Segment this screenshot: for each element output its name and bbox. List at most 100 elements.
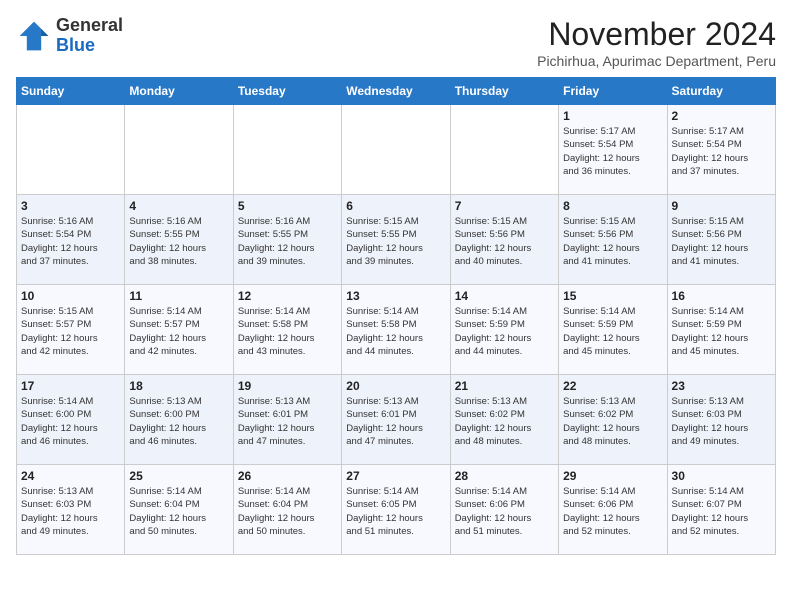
calendar-cell: 4 Sunrise: 5:16 AM Sunset: 5:55 PM Daylig… xyxy=(125,195,233,285)
calendar-cell: 5Sunrise: 5:16 AM Sunset: 5:55 PM Daylig… xyxy=(233,195,341,285)
day-number: 14 xyxy=(455,289,554,303)
day-number: 7 xyxy=(455,199,554,213)
calendar-cell: 11 Sunrise: 5:14 AM Sunset: 5:57 PM Dayli… xyxy=(125,285,233,375)
calendar-cell: 13Sunrise: 5:14 AM Sunset: 5:58 PM Dayli… xyxy=(342,285,450,375)
day-header-tuesday: Tuesday xyxy=(233,78,341,105)
day-header-monday: Monday xyxy=(125,78,233,105)
day-info: Sunrise: 5:14 AM Sunset: 6:05 PM Dayligh… xyxy=(346,485,445,538)
day-number: 23 xyxy=(672,379,771,393)
day-number: 10 xyxy=(21,289,120,303)
calendar-cell: 29 Sunrise: 5:14 AM Sunset: 6:06 PM Dayli… xyxy=(559,465,667,555)
logo: General Blue xyxy=(16,16,123,56)
calendar-week-row: 24 Sunrise: 5:13 AM Sunset: 6:03 PM Dayli… xyxy=(17,465,776,555)
calendar-cell xyxy=(125,105,233,195)
calendar-cell: 10Sunrise: 5:15 AM Sunset: 5:57 PM Dayli… xyxy=(17,285,125,375)
calendar-cell: 12Sunrise: 5:14 AM Sunset: 5:58 PM Dayli… xyxy=(233,285,341,375)
calendar-week-row: 10Sunrise: 5:15 AM Sunset: 5:57 PM Dayli… xyxy=(17,285,776,375)
day-info: Sunrise: 5:14 AM Sunset: 6:00 PM Dayligh… xyxy=(21,395,120,448)
day-number: 26 xyxy=(238,469,337,483)
title-block: November 2024 Pichirhua, Apurimac Depart… xyxy=(537,16,776,69)
month-title: November 2024 xyxy=(537,16,776,53)
calendar-cell: 6 Sunrise: 5:15 AM Sunset: 5:55 PM Daylig… xyxy=(342,195,450,285)
calendar-cell: 30 Sunrise: 5:14 AM Sunset: 6:07 PM Dayli… xyxy=(667,465,775,555)
logo-text: General Blue xyxy=(56,16,123,56)
day-number: 24 xyxy=(21,469,120,483)
day-info: Sunrise: 5:14 AM Sunset: 6:07 PM Dayligh… xyxy=(672,485,771,538)
calendar-cell xyxy=(17,105,125,195)
day-info: Sunrise: 5:13 AM Sunset: 6:03 PM Dayligh… xyxy=(21,485,120,538)
day-info: Sunrise: 5:16 AM Sunset: 5:55 PM Dayligh… xyxy=(238,215,337,268)
day-info: Sunrise: 5:13 AM Sunset: 6:03 PM Dayligh… xyxy=(672,395,771,448)
calendar-cell: 15Sunrise: 5:14 AM Sunset: 5:59 PM Dayli… xyxy=(559,285,667,375)
calendar-header-row: SundayMondayTuesdayWednesdayThursdayFrid… xyxy=(17,78,776,105)
day-number: 28 xyxy=(455,469,554,483)
day-number: 22 xyxy=(563,379,662,393)
day-info: Sunrise: 5:15 AM Sunset: 5:56 PM Dayligh… xyxy=(672,215,771,268)
day-info: Sunrise: 5:14 AM Sunset: 5:59 PM Dayligh… xyxy=(672,305,771,358)
day-header-wednesday: Wednesday xyxy=(342,78,450,105)
calendar-cell: 27Sunrise: 5:14 AM Sunset: 6:05 PM Dayli… xyxy=(342,465,450,555)
day-number: 6 xyxy=(346,199,445,213)
calendar-cell: 7Sunrise: 5:15 AM Sunset: 5:56 PM Daylig… xyxy=(450,195,558,285)
subtitle: Pichirhua, Apurimac Department, Peru xyxy=(537,53,776,69)
day-info: Sunrise: 5:16 AM Sunset: 5:55 PM Dayligh… xyxy=(129,215,228,268)
day-number: 4 xyxy=(129,199,228,213)
day-header-saturday: Saturday xyxy=(667,78,775,105)
day-info: Sunrise: 5:14 AM Sunset: 5:57 PM Dayligh… xyxy=(129,305,228,358)
day-number: 30 xyxy=(672,469,771,483)
day-number: 29 xyxy=(563,469,662,483)
calendar-week-row: 1 Sunrise: 5:17 AM Sunset: 5:54 PM Daylig… xyxy=(17,105,776,195)
day-number: 20 xyxy=(346,379,445,393)
day-number: 3 xyxy=(21,199,120,213)
calendar-table: SundayMondayTuesdayWednesdayThursdayFrid… xyxy=(16,77,776,555)
day-number: 16 xyxy=(672,289,771,303)
calendar-cell: 19Sunrise: 5:13 AM Sunset: 6:01 PM Dayli… xyxy=(233,375,341,465)
calendar-cell: 18Sunrise: 5:13 AM Sunset: 6:00 PM Dayli… xyxy=(125,375,233,465)
day-info: Sunrise: 5:13 AM Sunset: 6:02 PM Dayligh… xyxy=(563,395,662,448)
day-number: 19 xyxy=(238,379,337,393)
day-header-sunday: Sunday xyxy=(17,78,125,105)
day-number: 2 xyxy=(672,109,771,123)
calendar-cell: 25 Sunrise: 5:14 AM Sunset: 6:04 PM Dayli… xyxy=(125,465,233,555)
calendar-cell: 22 Sunrise: 5:13 AM Sunset: 6:02 PM Dayli… xyxy=(559,375,667,465)
day-number: 11 xyxy=(129,289,228,303)
calendar-week-row: 17Sunrise: 5:14 AM Sunset: 6:00 PM Dayli… xyxy=(17,375,776,465)
calendar-cell xyxy=(450,105,558,195)
day-info: Sunrise: 5:13 AM Sunset: 6:01 PM Dayligh… xyxy=(346,395,445,448)
day-info: Sunrise: 5:14 AM Sunset: 6:06 PM Dayligh… xyxy=(563,485,662,538)
calendar-cell: 26 Sunrise: 5:14 AM Sunset: 6:04 PM Dayli… xyxy=(233,465,341,555)
calendar-cell: 23 Sunrise: 5:13 AM Sunset: 6:03 PM Dayli… xyxy=(667,375,775,465)
day-number: 12 xyxy=(238,289,337,303)
calendar-cell: 20 Sunrise: 5:13 AM Sunset: 6:01 PM Dayli… xyxy=(342,375,450,465)
calendar-cell: 21 Sunrise: 5:13 AM Sunset: 6:02 PM Dayli… xyxy=(450,375,558,465)
page-header: General Blue November 2024 Pichirhua, Ap… xyxy=(16,16,776,69)
day-number: 9 xyxy=(672,199,771,213)
calendar-cell: 8 Sunrise: 5:15 AM Sunset: 5:56 PM Daylig… xyxy=(559,195,667,285)
calendar-cell: 28 Sunrise: 5:14 AM Sunset: 6:06 PM Dayli… xyxy=(450,465,558,555)
day-number: 13 xyxy=(346,289,445,303)
logo-icon xyxy=(16,18,52,54)
calendar-cell: 17Sunrise: 5:14 AM Sunset: 6:00 PM Dayli… xyxy=(17,375,125,465)
day-header-friday: Friday xyxy=(559,78,667,105)
day-number: 25 xyxy=(129,469,228,483)
day-number: 15 xyxy=(563,289,662,303)
day-info: Sunrise: 5:15 AM Sunset: 5:56 PM Dayligh… xyxy=(563,215,662,268)
day-info: Sunrise: 5:14 AM Sunset: 6:04 PM Dayligh… xyxy=(129,485,228,538)
day-info: Sunrise: 5:13 AM Sunset: 6:02 PM Dayligh… xyxy=(455,395,554,448)
day-number: 1 xyxy=(563,109,662,123)
day-info: Sunrise: 5:14 AM Sunset: 6:06 PM Dayligh… xyxy=(455,485,554,538)
calendar-cell xyxy=(233,105,341,195)
calendar-cell: 14Sunrise: 5:14 AM Sunset: 5:59 PM Dayli… xyxy=(450,285,558,375)
day-info: Sunrise: 5:17 AM Sunset: 5:54 PM Dayligh… xyxy=(672,125,771,178)
day-number: 8 xyxy=(563,199,662,213)
day-info: Sunrise: 5:14 AM Sunset: 6:04 PM Dayligh… xyxy=(238,485,337,538)
day-info: Sunrise: 5:13 AM Sunset: 6:00 PM Dayligh… xyxy=(129,395,228,448)
calendar-week-row: 3 Sunrise: 5:16 AM Sunset: 5:54 PM Daylig… xyxy=(17,195,776,285)
day-info: Sunrise: 5:17 AM Sunset: 5:54 PM Dayligh… xyxy=(563,125,662,178)
day-number: 21 xyxy=(455,379,554,393)
day-header-thursday: Thursday xyxy=(450,78,558,105)
calendar-cell: 2 Sunrise: 5:17 AM Sunset: 5:54 PM Daylig… xyxy=(667,105,775,195)
day-info: Sunrise: 5:15 AM Sunset: 5:55 PM Dayligh… xyxy=(346,215,445,268)
calendar-cell: 9 Sunrise: 5:15 AM Sunset: 5:56 PM Daylig… xyxy=(667,195,775,285)
day-info: Sunrise: 5:16 AM Sunset: 5:54 PM Dayligh… xyxy=(21,215,120,268)
